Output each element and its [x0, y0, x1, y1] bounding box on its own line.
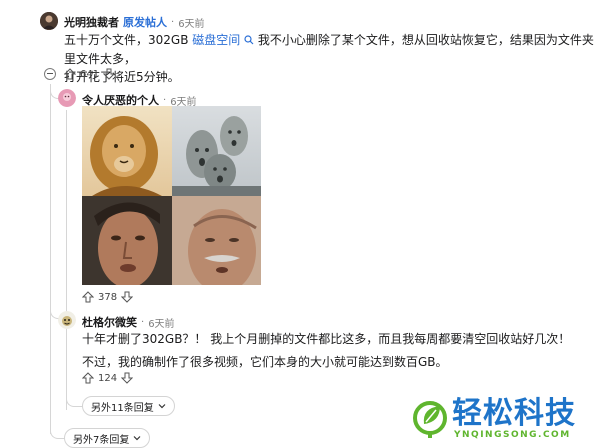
vote-count: 124: [98, 372, 118, 384]
leaf-icon: [413, 401, 447, 438]
watermark-title: 轻松科技: [452, 396, 576, 431]
collapse-thread-button[interactable]: [44, 68, 56, 80]
timestamp[interactable]: 6天前: [148, 315, 174, 330]
comment-text: 打开花了将近5分钟。: [64, 70, 180, 84]
comment-text: 五十万个文件，302GB: [64, 33, 193, 47]
vote-bar: 124: [82, 372, 134, 384]
more-replies-button[interactable]: 另外11条回复: [82, 396, 175, 416]
search-link-label: 磁盘空间: [192, 33, 241, 47]
downvote-icon[interactable]: [103, 68, 116, 80]
lion-image: [82, 106, 172, 196]
vote-count: 641: [80, 68, 100, 80]
thread-elbow: [66, 396, 83, 407]
comment-text: 不过，我的确制作了很多视频，它们本身的大小就可能达到数百GB。: [82, 355, 448, 369]
comment-body: 十年才删了302GB？！ 我上个月删掉的文件都比这多，而且我每周都要清空回收站好…: [82, 330, 592, 371]
upvote-icon[interactable]: [64, 68, 76, 80]
comment-author[interactable]: 杜格尔微笑: [82, 314, 137, 330]
vote-bar: 641: [64, 68, 116, 80]
avatar[interactable]: [40, 12, 58, 30]
watermark-subtitle: YNQINGSONG.COM: [454, 430, 571, 440]
comment-author[interactable]: 光明独裁者: [64, 14, 119, 30]
comment-body: 五十万个文件，302GB 磁盘空间 我不小心删除了某个文件，想从回收站恢复它，结…: [64, 31, 594, 86]
watermark-logo: 轻松科技 YNQINGSONG.COM: [410, 396, 590, 444]
more-replies-button[interactable]: 另外7条回复: [64, 428, 151, 448]
more-replies-label: 另外7条回复: [73, 434, 130, 446]
thread-line[interactable]: [50, 84, 51, 434]
separator: ·: [141, 316, 145, 328]
avatar[interactable]: [58, 311, 76, 329]
separator: ·: [171, 16, 175, 28]
op-badge: 原发帖人: [123, 16, 167, 29]
more-replies-label: 另外11条回复: [91, 402, 154, 414]
search-link[interactable]: 磁盘空间: [192, 33, 254, 47]
vote-bar: 378: [82, 291, 134, 303]
upvote-icon[interactable]: [82, 372, 94, 384]
separator: ·: [163, 94, 167, 106]
avatar[interactable]: [58, 89, 76, 107]
vote-count: 378: [98, 291, 118, 303]
chevron-down-icon: [158, 404, 166, 409]
timestamp[interactable]: 6天前: [178, 15, 204, 30]
upvote-icon[interactable]: [82, 291, 94, 303]
downvote-icon[interactable]: [121, 291, 134, 303]
comment-text: 十年才删了302GB？！ 我上个月删掉的文件都比这多，而且我每周都要清空回收站好…: [82, 332, 571, 346]
meme-image[interactable]: [82, 106, 261, 285]
chevron-down-icon: [133, 436, 141, 441]
old-man-image: [171, 195, 261, 285]
stone-faces-image: [171, 106, 261, 196]
thread-line[interactable]: [66, 110, 67, 410]
downvote-icon[interactable]: [121, 372, 134, 384]
search-icon: [244, 32, 254, 50]
man-face-image: [82, 195, 172, 285]
